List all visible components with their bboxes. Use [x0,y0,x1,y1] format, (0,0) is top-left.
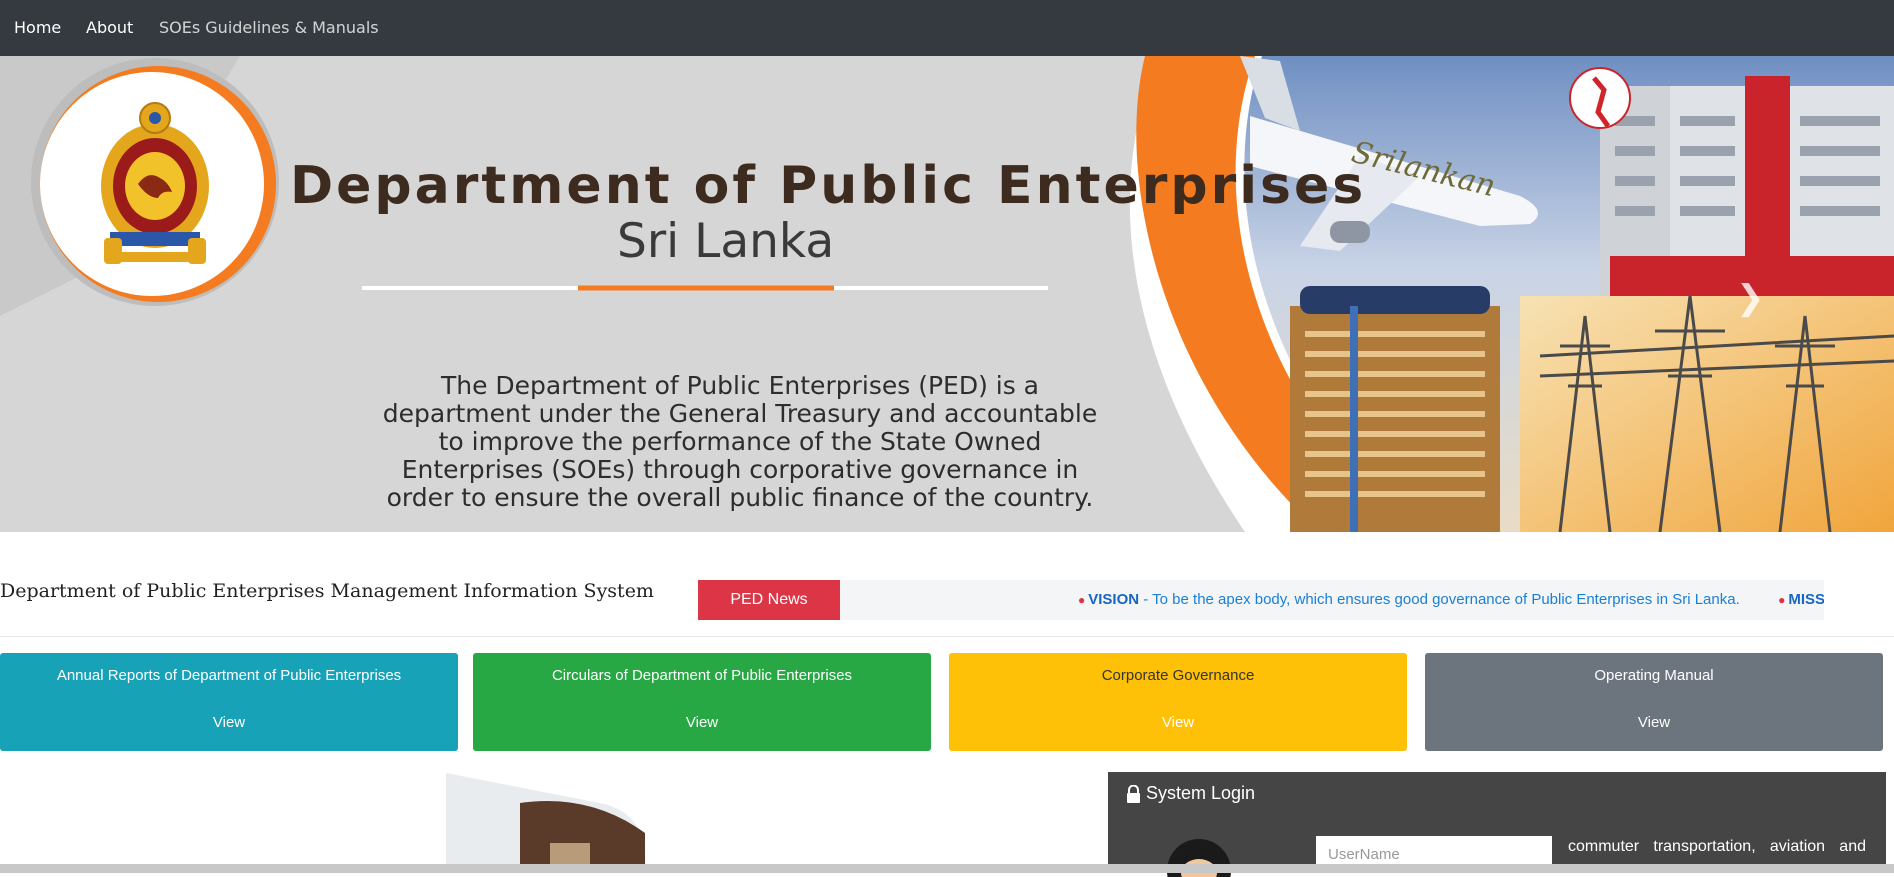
nav-home-link[interactable]: Home [14,18,61,37]
login-side-text: commuter transportation, aviation and [1568,838,1866,855]
circulars-card: Circulars of Department of Public Enterp… [473,653,931,751]
mission-heading: MISSION [1788,591,1824,608]
annual-reports-title: Annual Reports of Department of Public E… [56,667,402,684]
nav-soe-guidelines-link[interactable]: SOEs Guidelines & Manuals [159,18,379,37]
system-login-panel: System Login commuter transportation, av… [1108,772,1886,877]
building-image [1569,67,1894,316]
news-ticker: PED News ● VISION - To be the apex body, … [698,580,1824,620]
carousel-next-arrow-icon[interactable]: ❯ [1736,278,1765,318]
horizontal-scrollbar[interactable] [0,864,1894,873]
circulars-title: Circulars of Department of Public Enterp… [551,667,853,684]
hero-banner-carousel: Srilankan Department of Public Enterpris… [0,56,1894,532]
ped-news-button[interactable]: PED News [698,580,840,620]
corporate-governance-card: Corporate Governance View [949,653,1407,751]
nav-about-link[interactable]: About [86,18,133,37]
corporate-governance-view-link[interactable]: View [949,714,1407,731]
circulars-view-link[interactable]: View [473,714,931,731]
bullet-icon: ● [1778,593,1786,607]
hotel-tower-image [1290,286,1500,532]
vision-heading: VISION [1088,591,1140,608]
banner-description: The Department of Public Enterprises (PE… [382,371,1098,512]
banner-title: Department of Public Enterprises [290,156,1367,216]
colonial-building-image [446,773,646,873]
annual-reports-card: Annual Reports of Department of Public E… [0,653,458,751]
operating-manual-title: Operating Manual [1594,667,1714,684]
operating-manual-view-link[interactable]: View [1425,714,1883,731]
corporate-governance-title: Corporate Governance [1101,667,1255,684]
banner-subtitle: Sri Lanka [617,214,835,269]
divider [0,636,1894,637]
bullet-icon: ● [1078,593,1086,607]
news-marquee: ● VISION - To be the apex body, which ens… [1078,591,1824,608]
top-navbar: Home About SOEs Guidelines & Manuals [0,0,1894,56]
annual-reports-view-link[interactable]: View [0,714,458,731]
vision-text: - To be the apex body, which ensures goo… [1139,591,1740,608]
lock-icon [1126,784,1141,808]
operating-manual-card: Operating Manual View [1425,653,1883,751]
mis-title: Department of Public Enterprises Managem… [0,580,654,602]
system-login-title: System Login [1127,783,1255,804]
